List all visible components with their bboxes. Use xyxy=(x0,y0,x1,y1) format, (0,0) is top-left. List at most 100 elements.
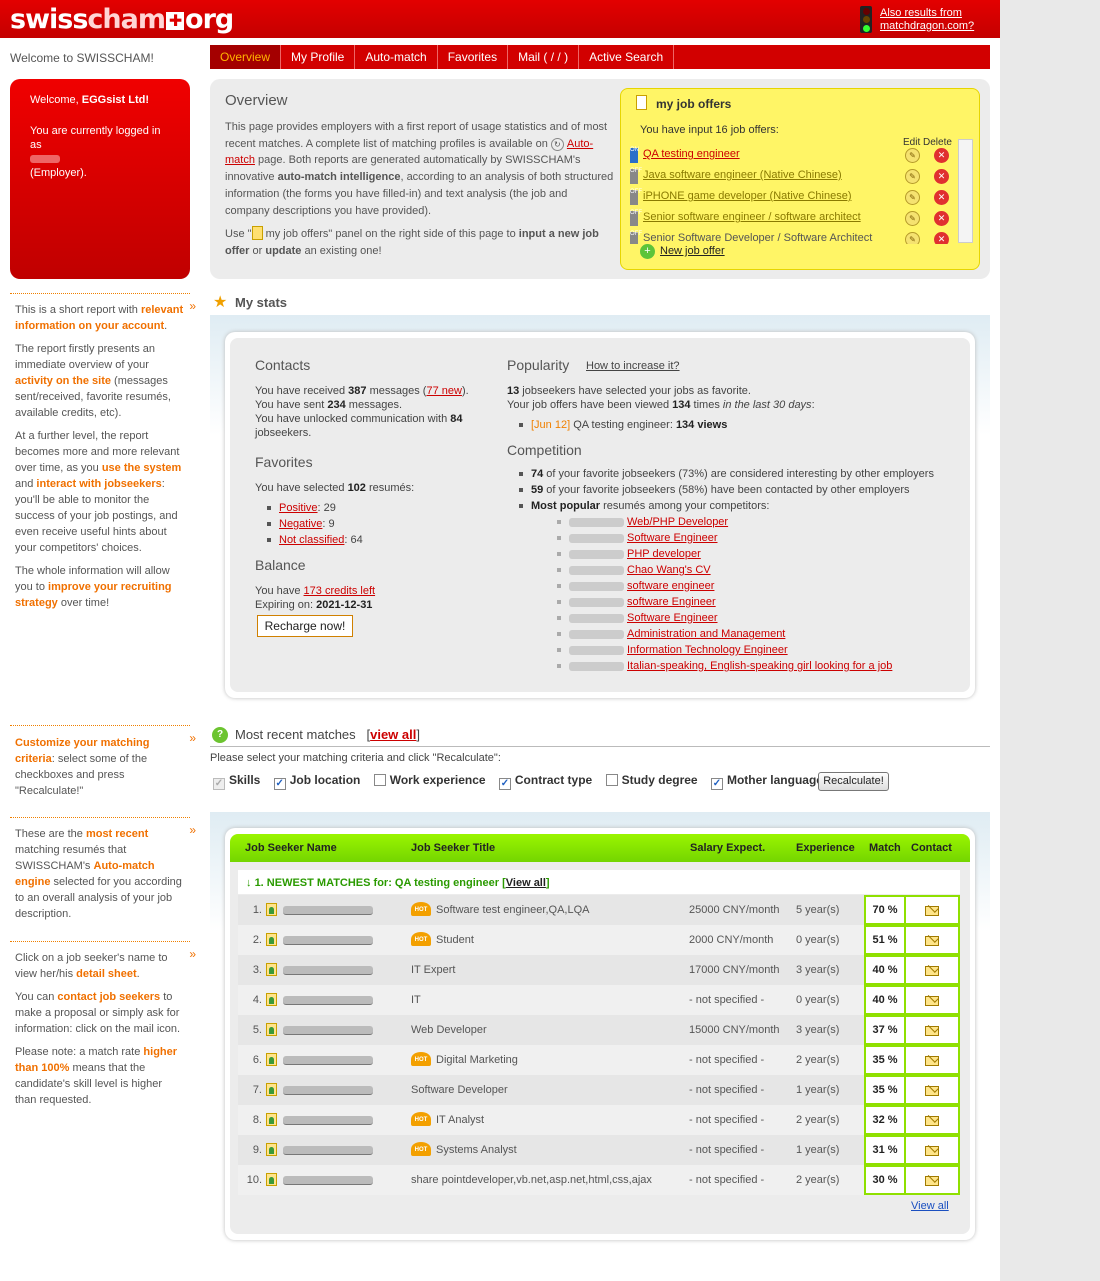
tab-my-profile[interactable]: My Profile xyxy=(281,45,356,69)
job-seeker-name-link[interactable] xyxy=(283,1026,373,1035)
job-offer-link[interactable]: iPHONE game developer (Native Chinese) xyxy=(643,190,851,202)
also-results-link[interactable]: Also results from matchdragon.com? xyxy=(880,7,974,32)
mail-icon[interactable] xyxy=(925,996,939,1006)
welcome-message: Welcome to SWISSCHAM! xyxy=(10,51,154,65)
row-rank: 3. xyxy=(252,964,262,976)
job-offers-scrollbar[interactable] xyxy=(958,139,973,243)
edit-icon[interactable]: ✎ xyxy=(905,232,920,244)
site-logo[interactable]: swisscham ✚ org xyxy=(10,4,234,35)
delete-icon[interactable]: ✕ xyxy=(934,232,949,244)
mail-icon[interactable] xyxy=(925,1176,939,1186)
edit-icon[interactable]: ✎ xyxy=(905,148,920,163)
login-status: You are currently logged in as xyxy=(30,125,161,151)
recharge-button[interactable]: Recharge now! xyxy=(257,615,353,637)
newest-view-all-link[interactable]: View all xyxy=(506,877,546,889)
col-title: Job Seeker Title xyxy=(411,842,496,854)
matchdragon-link[interactable]: Also results from matchdragon.com? xyxy=(880,7,974,33)
positive-link[interactable]: Positive xyxy=(279,502,318,514)
mail-icon[interactable] xyxy=(925,936,939,946)
contact-cell xyxy=(906,1015,960,1045)
resume-link[interactable]: Web/PHP Developer xyxy=(627,516,728,528)
mail-icon[interactable] xyxy=(925,1056,939,1066)
skills-checkbox[interactable]: ✓ xyxy=(213,778,225,790)
tab-active-search[interactable]: Active Search xyxy=(579,45,675,69)
resume-link[interactable]: Software Engineer xyxy=(627,532,718,544)
mail-icon[interactable] xyxy=(925,1116,939,1126)
delete-icon[interactable]: ✕ xyxy=(934,169,949,184)
edit-icon[interactable]: ✎ xyxy=(905,190,920,205)
tab-favorites[interactable]: Favorites xyxy=(438,45,509,69)
bottom-view-all: View all xyxy=(911,1200,949,1212)
job-seeker-name-link[interactable] xyxy=(283,966,373,975)
resume-link[interactable]: software engineer xyxy=(627,580,714,592)
mail-icon[interactable] xyxy=(925,1026,939,1036)
col-match: Match xyxy=(869,842,901,854)
job-seeker-name-link[interactable] xyxy=(283,1116,373,1125)
new-job-offer-link[interactable]: New job offer xyxy=(660,245,725,257)
contact-cell xyxy=(906,895,960,925)
mail-icon[interactable] xyxy=(925,1086,939,1096)
resume-link[interactable]: Information Technology Engineer xyxy=(627,644,788,656)
job-seeker-name-link[interactable] xyxy=(283,936,373,945)
new-job-offer-button[interactable]: + New job offer xyxy=(640,244,725,259)
row-rank: 5. xyxy=(252,1024,262,1036)
delete-icon[interactable]: ✕ xyxy=(934,190,949,205)
job-seeker-name-link[interactable] xyxy=(283,1146,373,1155)
job-seeker-title: Software test engineer,QA,LQA xyxy=(436,904,590,916)
view-all-link[interactable]: view all xyxy=(370,727,416,742)
mail-icon[interactable] xyxy=(925,906,939,916)
tab-overview[interactable]: Overview xyxy=(210,45,282,69)
my-stats-title: My stats xyxy=(235,295,288,310)
contact-cell xyxy=(906,1045,960,1075)
delete-icon[interactable]: ✕ xyxy=(934,148,949,163)
status-off-icon[interactable]: OFF xyxy=(630,189,642,205)
chevron-right-icon: » xyxy=(189,823,196,837)
job-offer-link[interactable]: Senior Software Developer / Software Arc… xyxy=(643,232,872,244)
job-seeker-name-link[interactable] xyxy=(283,1086,373,1095)
delete-icon[interactable]: ✕ xyxy=(934,211,949,226)
resume-link[interactable]: Administration and Management xyxy=(627,628,785,640)
negative-link[interactable]: Negative xyxy=(279,518,322,530)
not-classified-link[interactable]: Not classified xyxy=(279,534,344,546)
job-seeker-name-link[interactable] xyxy=(283,1056,373,1065)
list-item: Web/PHP Developer xyxy=(557,514,957,530)
status-off-icon[interactable]: OFF xyxy=(630,210,642,226)
job-offer-link[interactable]: Senior software engineer / software arch… xyxy=(643,211,861,223)
bottom-view-all-link[interactable]: View all xyxy=(911,1200,949,1212)
resume-link[interactable]: Italian-speaking, English-speaking girl … xyxy=(627,660,892,672)
contract-type-checkbox[interactable]: ✓ xyxy=(498,778,511,790)
hot-icon: HOT xyxy=(411,902,431,916)
edit-icon[interactable]: ✎ xyxy=(905,211,920,226)
job-offer-link[interactable]: QA testing engineer xyxy=(643,148,740,160)
resume-link[interactable]: Software Engineer xyxy=(627,612,718,624)
overview-title: Overview xyxy=(225,92,288,109)
new-messages-link[interactable]: 77 new xyxy=(426,385,461,397)
row-rank: 4. xyxy=(252,994,262,1006)
increase-popularity-link[interactable]: How to increase it? xyxy=(586,360,680,372)
job-seeker-name-link[interactable] xyxy=(283,906,373,915)
main-nav: Overview My Profile Auto-match Favorites… xyxy=(210,45,990,69)
job-seeker-name-link[interactable] xyxy=(283,1176,373,1185)
recalculate-button[interactable]: Recalculate! xyxy=(818,772,889,791)
status-off-icon[interactable]: OFF xyxy=(630,231,642,244)
edit-icon[interactable]: ✎ xyxy=(905,169,920,184)
resume-link[interactable]: Chao Wang's CV xyxy=(627,564,711,576)
job-offer-link[interactable]: Java software engineer (Native Chinese) xyxy=(643,169,842,181)
col-name: Job Seeker Name xyxy=(245,842,337,854)
tab-mail[interactable]: Mail ( / / ) xyxy=(508,45,580,69)
mail-icon[interactable] xyxy=(925,1146,939,1156)
resume-link[interactable]: PHP developer xyxy=(627,548,701,560)
status-off-icon[interactable]: OFF xyxy=(630,168,642,184)
resume-link[interactable]: software Engineer xyxy=(627,596,716,608)
job-seeker-name-link[interactable] xyxy=(283,996,373,1005)
balance-info: You have 173 credits left Expiring on: 2… xyxy=(255,585,376,611)
table-row: 6. HOT Digital Marketing - not specified - 2… xyxy=(238,1045,960,1075)
status-on-icon[interactable]: ON xyxy=(630,147,639,163)
study-degree-checkbox[interactable] xyxy=(605,774,618,786)
mother-language-checkbox[interactable]: ✓ xyxy=(710,778,723,790)
job-location-checkbox[interactable]: ✓ xyxy=(273,778,286,790)
work-experience-checkbox[interactable] xyxy=(373,774,386,786)
credits-link[interactable]: 173 credits left xyxy=(304,585,376,597)
tab-auto-match[interactable]: Auto-match xyxy=(355,45,438,69)
mail-icon[interactable] xyxy=(925,966,939,976)
